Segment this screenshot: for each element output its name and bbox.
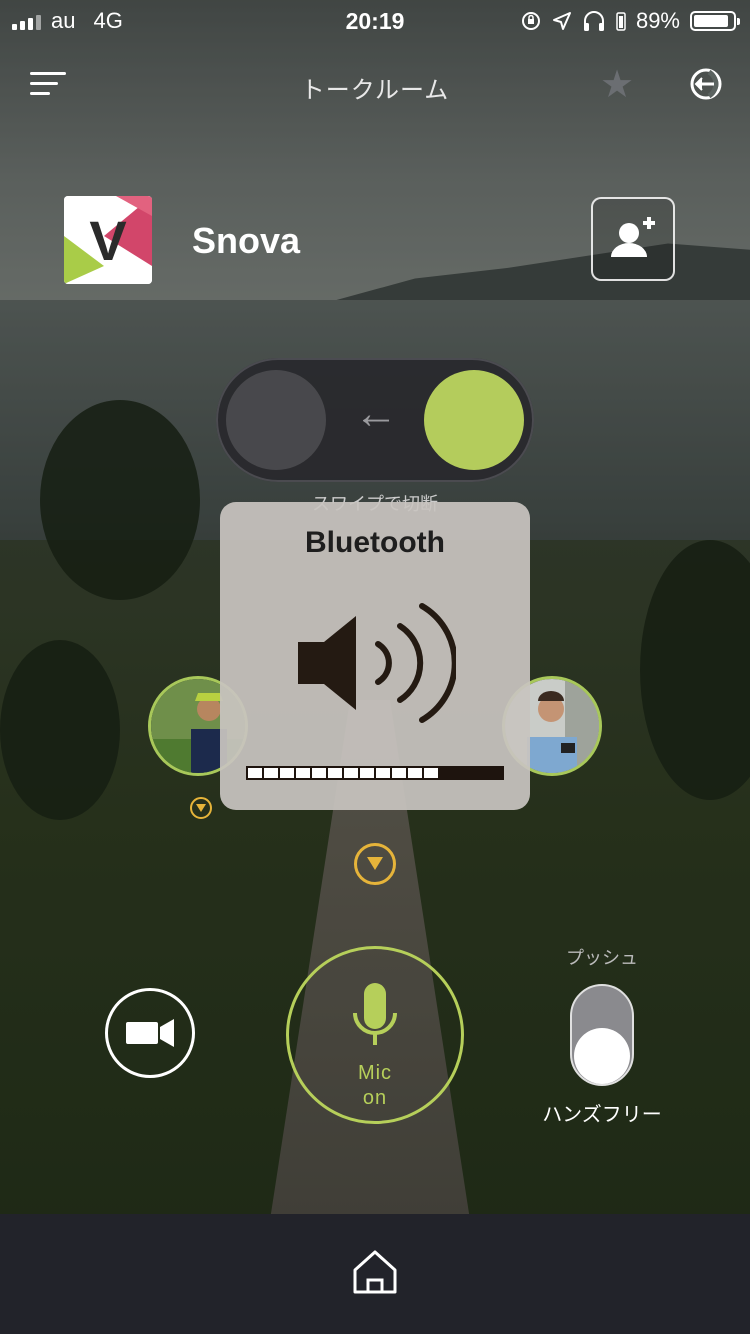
toggle-knob <box>574 1028 630 1084</box>
rotation-lock-icon <box>521 12 540 30</box>
battery-vertical-icon <box>616 12 626 31</box>
status-bar: au 4G 20:19 89% <box>0 0 750 40</box>
slider-knob[interactable] <box>424 370 524 470</box>
slider-target <box>226 370 326 470</box>
home-icon[interactable] <box>352 1248 398 1294</box>
participant-badge-left <box>190 797 212 819</box>
speaker-volume-icon <box>298 603 456 723</box>
video-camera-icon <box>126 1019 174 1047</box>
exit-icon[interactable] <box>688 66 724 102</box>
page-title: トークルーム <box>300 77 450 104</box>
add-user-icon <box>611 217 655 257</box>
volume-segment <box>424 768 438 778</box>
svg-text:V: V <box>89 209 126 272</box>
volume-segment <box>344 768 358 778</box>
volume-segment <box>392 768 406 778</box>
volume-segment <box>408 768 422 778</box>
volume-segment <box>328 768 342 778</box>
volume-level-meter <box>246 766 504 780</box>
nav-bar: トークルーム ★ <box>0 58 750 110</box>
headphones-icon <box>583 11 604 31</box>
video-button[interactable] <box>105 988 195 1078</box>
volume-segment <box>376 768 390 778</box>
mic-label-line2: on <box>362 1087 388 1109</box>
add-member-button[interactable] <box>591 197 675 281</box>
swipe-disconnect-slider[interactable]: ← <box>216 358 534 482</box>
volume-segment <box>248 768 262 778</box>
volume-hud: Bluetooth <box>220 502 530 810</box>
volume-segment <box>360 768 374 778</box>
handsfree-toggle[interactable] <box>570 984 634 1086</box>
location-icon <box>552 12 571 30</box>
hud-title: Bluetooth <box>305 526 445 559</box>
push-label: プッシュ <box>566 948 638 968</box>
volume-segment <box>296 768 310 778</box>
tab-bar <box>0 1214 750 1334</box>
mic-button[interactable]: Mic on <box>286 946 464 1124</box>
mic-status-label: Mic on <box>289 1061 461 1111</box>
battery-percent: 89% <box>635 8 680 33</box>
mic-label-line1: Mic <box>357 1062 393 1084</box>
speaker-badge <box>354 843 396 885</box>
room-name: Snova <box>192 220 301 261</box>
star-icon[interactable]: ★ <box>600 66 634 104</box>
left-arrow-icon: ← <box>354 389 398 438</box>
handsfree-label: ハンズフリー <box>542 1104 662 1126</box>
volume-segment <box>280 768 294 778</box>
battery-icon <box>690 11 740 31</box>
volume-segment <box>264 768 278 778</box>
room-logo: V <box>64 196 152 284</box>
volume-segment <box>312 768 326 778</box>
